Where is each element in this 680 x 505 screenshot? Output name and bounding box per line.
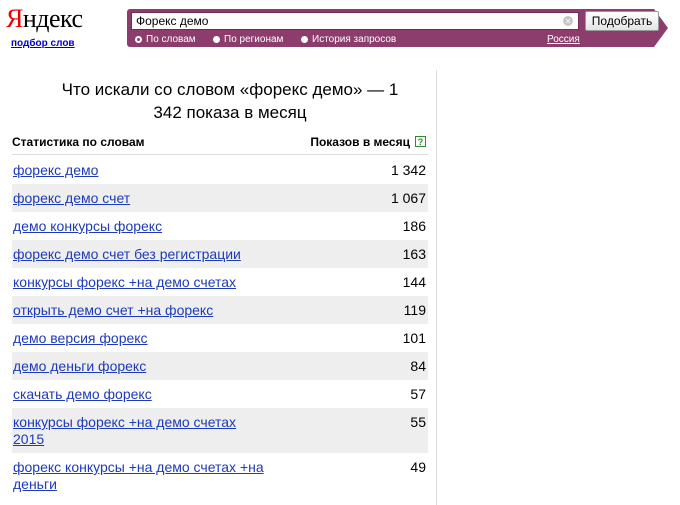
column-keyword-header: Статистика по словам <box>12 135 145 149</box>
radio-icon <box>301 36 308 43</box>
table-row: конкурсы форекс +на демо счетах 144 <box>12 268 428 296</box>
wordstat-link[interactable]: подбор слов <box>11 38 75 49</box>
search-input[interactable] <box>136 14 556 28</box>
table-row: форекс демо 1 342 <box>12 156 428 184</box>
radio-by-words[interactable]: По словам <box>135 34 196 45</box>
logo-first-letter: Я <box>6 4 23 33</box>
keyword-link[interactable]: скачать демо форекс <box>13 386 152 403</box>
table-row: конкурсы форекс +на демо счетах 2015 55 <box>12 408 428 453</box>
keyword-link[interactable]: форекс конкурсы +на демо счетах +на день… <box>13 459 268 493</box>
clear-icon[interactable]: × <box>563 16 573 26</box>
header-divider <box>12 154 428 155</box>
table-header: Статистика по словам Показов в месяц ? <box>12 135 428 153</box>
table-row: демо версия форекс 101 <box>12 324 428 352</box>
impressions-count: 57 <box>410 386 426 402</box>
keyword-link[interactable]: конкурсы форекс +на демо счетах <box>13 274 236 291</box>
column-count-header: Показов в месяц <box>310 135 410 149</box>
radio-by-regions[interactable]: По регионам <box>213 34 283 45</box>
table-row: форекс демо счет 1 067 <box>12 184 428 212</box>
table-row: демо деньги форекс 84 <box>12 352 428 380</box>
impressions-count: 55 <box>410 414 426 430</box>
impressions-count: 101 <box>402 330 426 346</box>
impressions-count: 186 <box>402 218 426 234</box>
keyword-link[interactable]: форекс демо счет <box>13 190 130 207</box>
keyword-link[interactable]: открыть демо счет +на форекс <box>13 302 213 319</box>
yandex-logo[interactable]: Яндекс <box>6 4 83 34</box>
table-row: демо конкурсы форекс 186 <box>12 212 428 240</box>
table-row: форекс конкурсы +на демо счетах +на день… <box>12 453 428 498</box>
impressions-count: 1 342 <box>390 162 426 178</box>
keyword-link[interactable]: демо конкурсы форекс <box>13 218 162 235</box>
radio-query-history[interactable]: История запросов <box>301 34 396 45</box>
table-row: открыть демо счет +на форекс 119 <box>12 296 428 324</box>
keyword-link[interactable]: форекс демо счет без регистрации <box>13 246 241 263</box>
results-table: форекс демо 1 342 форекс демо счет 1 067… <box>12 156 428 498</box>
radio-selected-icon <box>135 36 142 43</box>
search-box: × <box>131 12 579 30</box>
keyword-link[interactable]: демо деньги форекс <box>13 358 146 375</box>
table-row: форекс демо счет без регистрации 163 <box>12 240 428 268</box>
logo-rest: ндекс <box>22 4 83 33</box>
impressions-count: 1 067 <box>390 190 426 206</box>
column-divider <box>436 70 437 505</box>
keyword-link[interactable]: конкурсы форекс +на демо счетах 2015 <box>13 414 268 448</box>
impressions-count: 163 <box>402 246 426 262</box>
radio-icon <box>213 36 220 43</box>
radio-label: По регионам <box>224 34 284 45</box>
impressions-count: 84 <box>410 358 426 374</box>
radio-label: По словам <box>146 34 196 45</box>
keyword-link[interactable]: форекс демо <box>13 162 98 179</box>
submit-button[interactable]: Подобрать <box>585 11 659 31</box>
impressions-count: 144 <box>402 274 426 290</box>
impressions-count: 49 <box>410 459 426 475</box>
table-row: скачать демо форекс 57 <box>12 380 428 408</box>
radio-label: История запросов <box>312 34 397 45</box>
results-heading: Что искали со словом «форекс демо» — 1 3… <box>61 80 399 122</box>
region-link[interactable]: Россия <box>547 34 580 45</box>
impressions-count: 119 <box>403 302 426 318</box>
keyword-link[interactable]: демо версия форекс <box>13 330 148 347</box>
help-icon[interactable]: ? <box>415 136 426 147</box>
